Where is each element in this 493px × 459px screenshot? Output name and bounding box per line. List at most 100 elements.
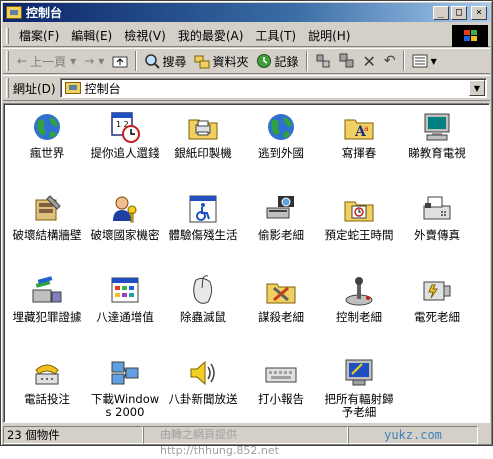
forward-arrow-icon: → bbox=[84, 54, 95, 68]
search-label: 搜尋 bbox=[162, 54, 187, 69]
search-icon bbox=[145, 54, 161, 69]
status-bar: 23 個物件 由轉之網頁提供 http://thhung.852.net yuk… bbox=[3, 425, 490, 457]
watermark-text: 由轉之網頁提供 http://thhung.852.net bbox=[143, 425, 348, 457]
control-panel-item[interactable]: 外賣傳真 bbox=[398, 190, 476, 272]
item-label: 下載Windows 2000 bbox=[90, 392, 160, 419]
menu-grip[interactable] bbox=[6, 27, 9, 44]
control-panel-item[interactable]: 電死老細 bbox=[398, 272, 476, 354]
scanner-camera-icon bbox=[264, 192, 298, 226]
menu-bar: 檔案(F) 編輯(E) 檢視(V) 我的最愛(A) 工具(T) 說明(H) bbox=[3, 25, 490, 47]
menu-file[interactable]: 檔案(F) bbox=[13, 27, 65, 44]
accessibility-icon bbox=[186, 192, 220, 226]
menu-favorites[interactable]: 我的最愛(A) bbox=[172, 27, 250, 44]
control-panel-item[interactable]: 謀殺老細 bbox=[242, 272, 320, 354]
delete-button[interactable]: ✕ bbox=[359, 50, 380, 72]
control-panel-item[interactable]: 1 2 提你追人還錢 bbox=[86, 108, 164, 190]
item-label: 八卦新聞放送 bbox=[168, 392, 238, 406]
keyboard-icon bbox=[264, 356, 298, 390]
item-label: 破壞國家機密 bbox=[90, 228, 160, 242]
address-bar: 網址(D) 控制台 ▼ bbox=[3, 75, 490, 101]
item-label: 控制老細 bbox=[336, 310, 382, 324]
item-label: 瘋世界 bbox=[29, 146, 65, 160]
move-to-button[interactable] bbox=[311, 50, 335, 72]
history-button[interactable]: 記錄 bbox=[252, 50, 302, 72]
item-label: 電死老細 bbox=[414, 310, 460, 324]
control-panel-item[interactable]: 銀紙印製機 bbox=[164, 108, 242, 190]
copy-to-button[interactable] bbox=[335, 50, 359, 72]
control-panel-item[interactable]: 埋藏犯罪證據 bbox=[8, 272, 86, 354]
control-panel-item[interactable]: 除蟲滅鼠 bbox=[164, 272, 242, 354]
dropdown-arrow-icon: ▼ bbox=[430, 56, 437, 66]
control-panel-item[interactable]: 預定蛇王時間 bbox=[320, 190, 398, 272]
scheduled-tasks-icon bbox=[342, 192, 376, 226]
folders-label: 資料夾 bbox=[212, 54, 249, 69]
search-button[interactable]: 搜尋 bbox=[140, 50, 190, 72]
control-panel-item[interactable]: 把所有輻射歸予老細 bbox=[320, 354, 398, 422]
item-label: 睇教育電視 bbox=[408, 146, 466, 160]
item-label: 逃到外國 bbox=[258, 146, 304, 160]
item-label: 八達通增值 bbox=[96, 310, 154, 324]
address-grip[interactable] bbox=[6, 78, 9, 98]
item-label: 預定蛇王時間 bbox=[324, 228, 394, 242]
monitor-icon bbox=[420, 110, 454, 144]
menu-help[interactable]: 說明(H) bbox=[302, 27, 356, 44]
control-panel-item[interactable]: 瘋世界 bbox=[8, 108, 86, 190]
menu-tools[interactable]: 工具(T) bbox=[249, 27, 302, 44]
globe-icon bbox=[30, 110, 64, 144]
item-label: 體驗傷殘生活 bbox=[168, 228, 238, 242]
back-label: 上一頁 bbox=[30, 54, 67, 69]
mouse-icon bbox=[186, 274, 220, 308]
item-label: 銀紙印製機 bbox=[174, 146, 232, 160]
control-panel-icon bbox=[64, 82, 81, 94]
phone-modem-icon bbox=[30, 356, 64, 390]
up-folder-button[interactable] bbox=[108, 50, 132, 72]
control-panel-item[interactable]: 破壞國家機密 bbox=[86, 190, 164, 272]
control-panel-item[interactable]: 睇教育電視 bbox=[398, 108, 476, 190]
control-panel-item[interactable]: 八卦新聞放送 bbox=[164, 354, 242, 422]
item-label: 外賣傳真 bbox=[414, 228, 460, 242]
control-panel-window: 控制台 _ □ × 檔案(F) 編輯(E) 檢視(V) 我的最愛(A) 工具(T… bbox=[0, 0, 493, 457]
address-dropdown-button[interactable]: ▼ bbox=[469, 80, 485, 96]
control-panel-item[interactable]: 電話投注 bbox=[8, 354, 86, 422]
toolbar-grip[interactable] bbox=[6, 51, 9, 71]
close-button[interactable]: × bbox=[471, 5, 487, 20]
address-value[interactable]: 控制台 bbox=[85, 80, 469, 97]
control-panel-item[interactable]: Aa 寫揮春 bbox=[320, 108, 398, 190]
site-logo-text: yukz.com bbox=[348, 425, 478, 444]
control-panel-item[interactable]: 打小報告 bbox=[242, 354, 320, 422]
undo-button[interactable]: ↶ bbox=[380, 50, 400, 72]
folders-button[interactable]: 資料夾 bbox=[190, 50, 252, 72]
control-panel-item[interactable]: 破壞結構牆壁 bbox=[8, 190, 86, 272]
resize-grip[interactable] bbox=[478, 426, 490, 444]
admin-tools-icon bbox=[30, 192, 64, 226]
views-button[interactable]: ▼ bbox=[408, 50, 441, 72]
menu-edit[interactable]: 編輯(E) bbox=[65, 27, 118, 44]
calendar-clock-icon: 1 2 bbox=[108, 110, 142, 144]
item-label: 偷影老細 bbox=[258, 228, 304, 242]
address-label: 網址(D) bbox=[13, 81, 56, 96]
menu-view[interactable]: 檢視(V) bbox=[118, 27, 172, 44]
control-panel-item[interactable]: 下載Windows 2000 bbox=[86, 354, 164, 422]
control-panel-item[interactable]: 偷影老細 bbox=[242, 190, 320, 272]
address-field[interactable]: 控制台 ▼ bbox=[59, 78, 487, 98]
control-panel-item[interactable]: 體驗傷殘生活 bbox=[164, 190, 242, 272]
minimize-button[interactable]: _ bbox=[433, 5, 449, 20]
fax-icon bbox=[420, 192, 454, 226]
control-panel-item[interactable]: 逃到外國 bbox=[242, 108, 320, 190]
fonts-folder-icon: Aa bbox=[342, 110, 376, 144]
title-bar[interactable]: 控制台 _ □ × bbox=[3, 3, 490, 22]
add-remove-icon bbox=[30, 274, 64, 308]
maximize-button[interactable]: □ bbox=[451, 5, 467, 20]
display-settings-icon bbox=[342, 356, 376, 390]
history-label: 記錄 bbox=[274, 54, 299, 69]
forward-button[interactable]: → ▼ bbox=[80, 50, 108, 72]
windows-logo-icon bbox=[452, 25, 488, 47]
move-to-icon bbox=[316, 54, 329, 68]
globe-icon bbox=[264, 110, 298, 144]
item-label: 提你追人還錢 bbox=[90, 146, 160, 160]
items-view[interactable]: 瘋世界 1 2 提你追人還錢 銀紙印製機 逃到外國 Aa 寫揮春 睇教育電視破壞結構牆壁 破壞國… bbox=[3, 103, 490, 423]
control-panel-item[interactable]: 八達通增值 bbox=[86, 272, 164, 354]
back-arrow-icon: ← bbox=[17, 54, 28, 68]
control-panel-item[interactable]: 控制老細 bbox=[320, 272, 398, 354]
back-button[interactable]: ← 上一頁 ▼ bbox=[13, 50, 80, 72]
